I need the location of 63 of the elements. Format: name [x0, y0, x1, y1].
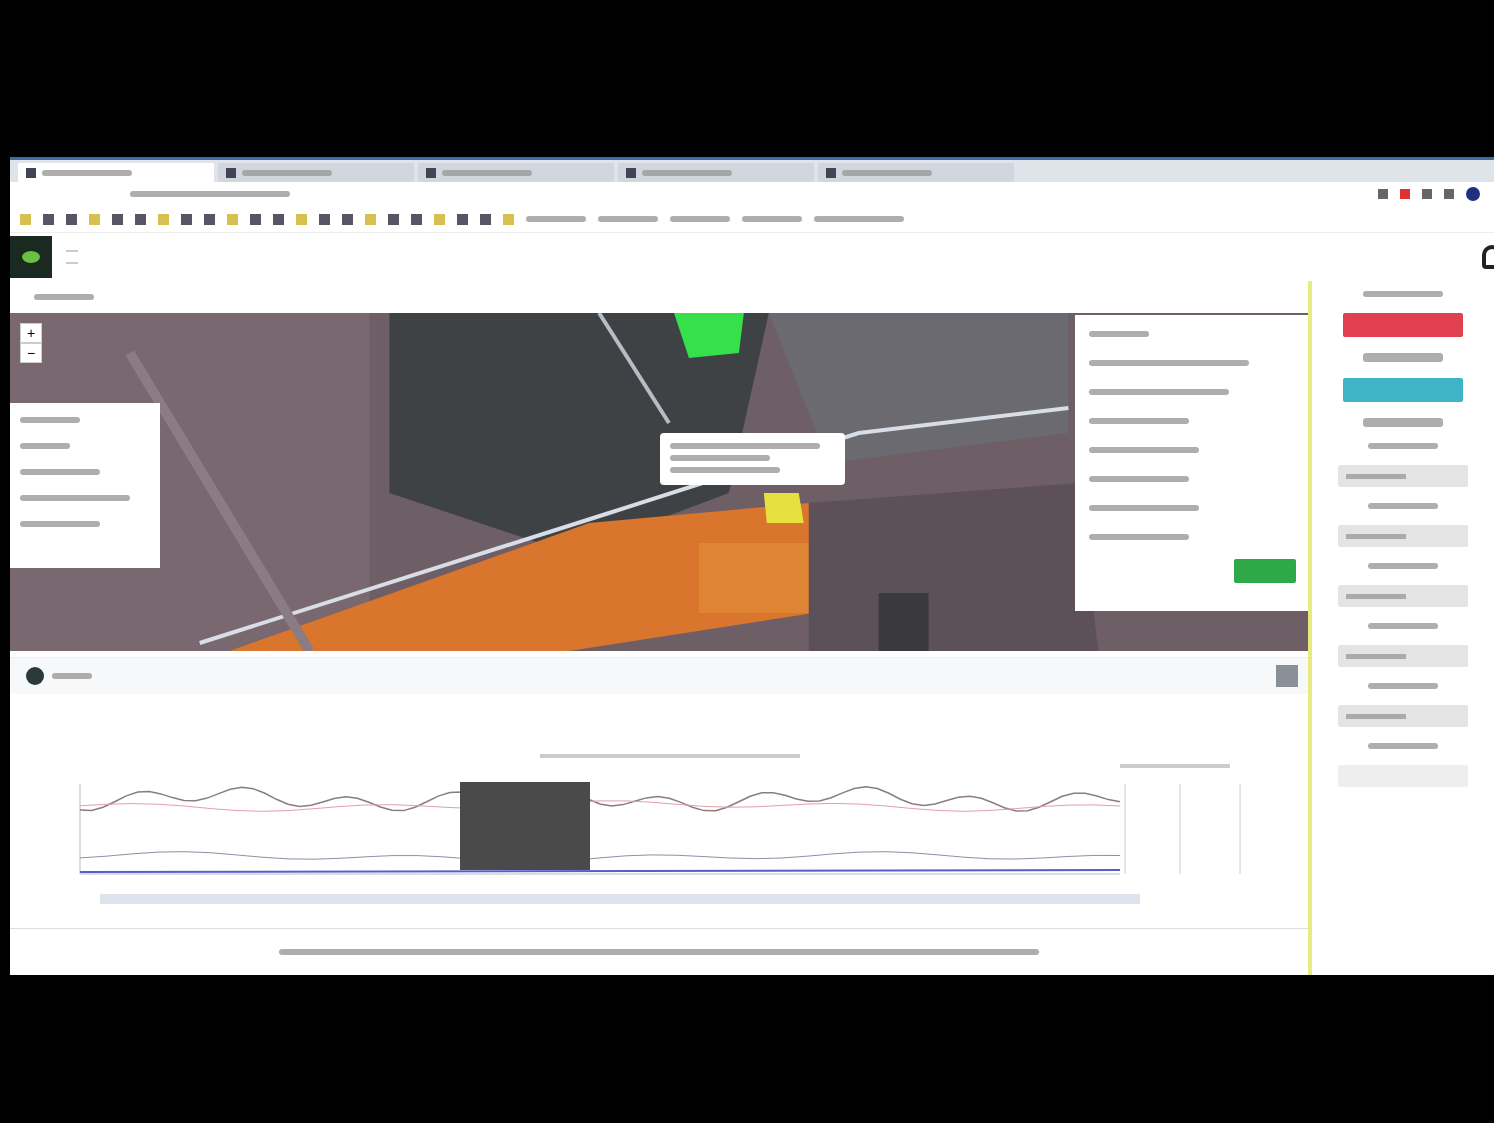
zoom-button[interactable]: −	[20, 343, 42, 363]
input-field[interactable]	[1338, 705, 1468, 727]
browser-tab[interactable]	[818, 163, 1014, 182]
blurred-text	[20, 417, 80, 423]
browser-tab[interactable]	[18, 163, 214, 182]
zoom-button[interactable]: +	[20, 323, 42, 343]
input-field[interactable]	[1338, 645, 1468, 667]
blurred-text	[1368, 503, 1438, 509]
bookmark[interactable]	[742, 216, 802, 222]
bookmark-icon[interactable]	[66, 213, 77, 225]
menu-icon[interactable]	[66, 250, 78, 264]
extension-icon[interactable]	[1422, 189, 1432, 199]
bookmark[interactable]	[526, 216, 586, 222]
page-icon	[26, 167, 36, 178]
input-field[interactable]	[1338, 465, 1468, 487]
profile-icon[interactable]	[1466, 187, 1480, 201]
browser-tab[interactable]	[218, 163, 414, 182]
blurred-text	[1368, 563, 1438, 569]
blurred-text	[1368, 443, 1438, 449]
bookmark-icon[interactable]	[319, 213, 330, 225]
browser-tab[interactable]	[418, 163, 614, 182]
input-field[interactable]	[1338, 525, 1468, 547]
action-button[interactable]	[1343, 378, 1463, 402]
expand-icon[interactable]	[1276, 665, 1298, 687]
bookmark[interactable]	[814, 216, 904, 222]
input-field[interactable]	[1338, 585, 1468, 607]
extension-icon[interactable]	[1444, 189, 1454, 199]
blurred-text	[1089, 331, 1149, 337]
bookmark-icon[interactable]	[457, 213, 468, 225]
bookmark-icon[interactable]	[480, 213, 491, 225]
page-icon	[426, 167, 436, 178]
blurred-text	[52, 673, 92, 679]
extension-icon[interactable]	[1378, 189, 1388, 199]
bookmark-icon[interactable]	[250, 213, 261, 225]
blurred-text	[1368, 623, 1438, 629]
bookmark[interactable]	[670, 216, 730, 222]
blurred-text	[20, 443, 70, 449]
chart-scrollbar[interactable]	[100, 894, 1140, 904]
blurred-text	[1368, 683, 1438, 689]
bookmark-icon[interactable]	[273, 213, 284, 225]
page-icon	[626, 167, 636, 178]
bookmark-icon[interactable]	[135, 213, 146, 225]
bookmark-icon[interactable]	[388, 213, 399, 225]
bookmark-icon[interactable]	[43, 213, 54, 225]
action-button[interactable]	[1343, 313, 1463, 337]
page-icon	[226, 167, 236, 178]
address-field[interactable]	[130, 191, 290, 197]
logo-icon	[10, 236, 52, 278]
browser-tab[interactable]	[618, 163, 814, 182]
page-icon	[826, 167, 836, 178]
bookmark[interactable]	[598, 216, 658, 222]
extension-icon[interactable]	[1400, 189, 1410, 199]
bookmark-icon[interactable]	[112, 213, 123, 225]
bookmark-icon[interactable]	[204, 213, 215, 225]
blurred-text	[1368, 743, 1438, 749]
confirm-button[interactable]	[1234, 559, 1296, 583]
breadcrumb[interactable]	[34, 294, 94, 300]
bookmark-icon[interactable]	[181, 213, 192, 225]
bookmark-icon[interactable]	[411, 213, 422, 225]
chart-legend[interactable]	[540, 754, 800, 758]
chart-legend[interactable]	[1120, 764, 1230, 768]
bookmark-icon[interactable]	[342, 213, 353, 225]
chart-icon	[26, 667, 44, 685]
